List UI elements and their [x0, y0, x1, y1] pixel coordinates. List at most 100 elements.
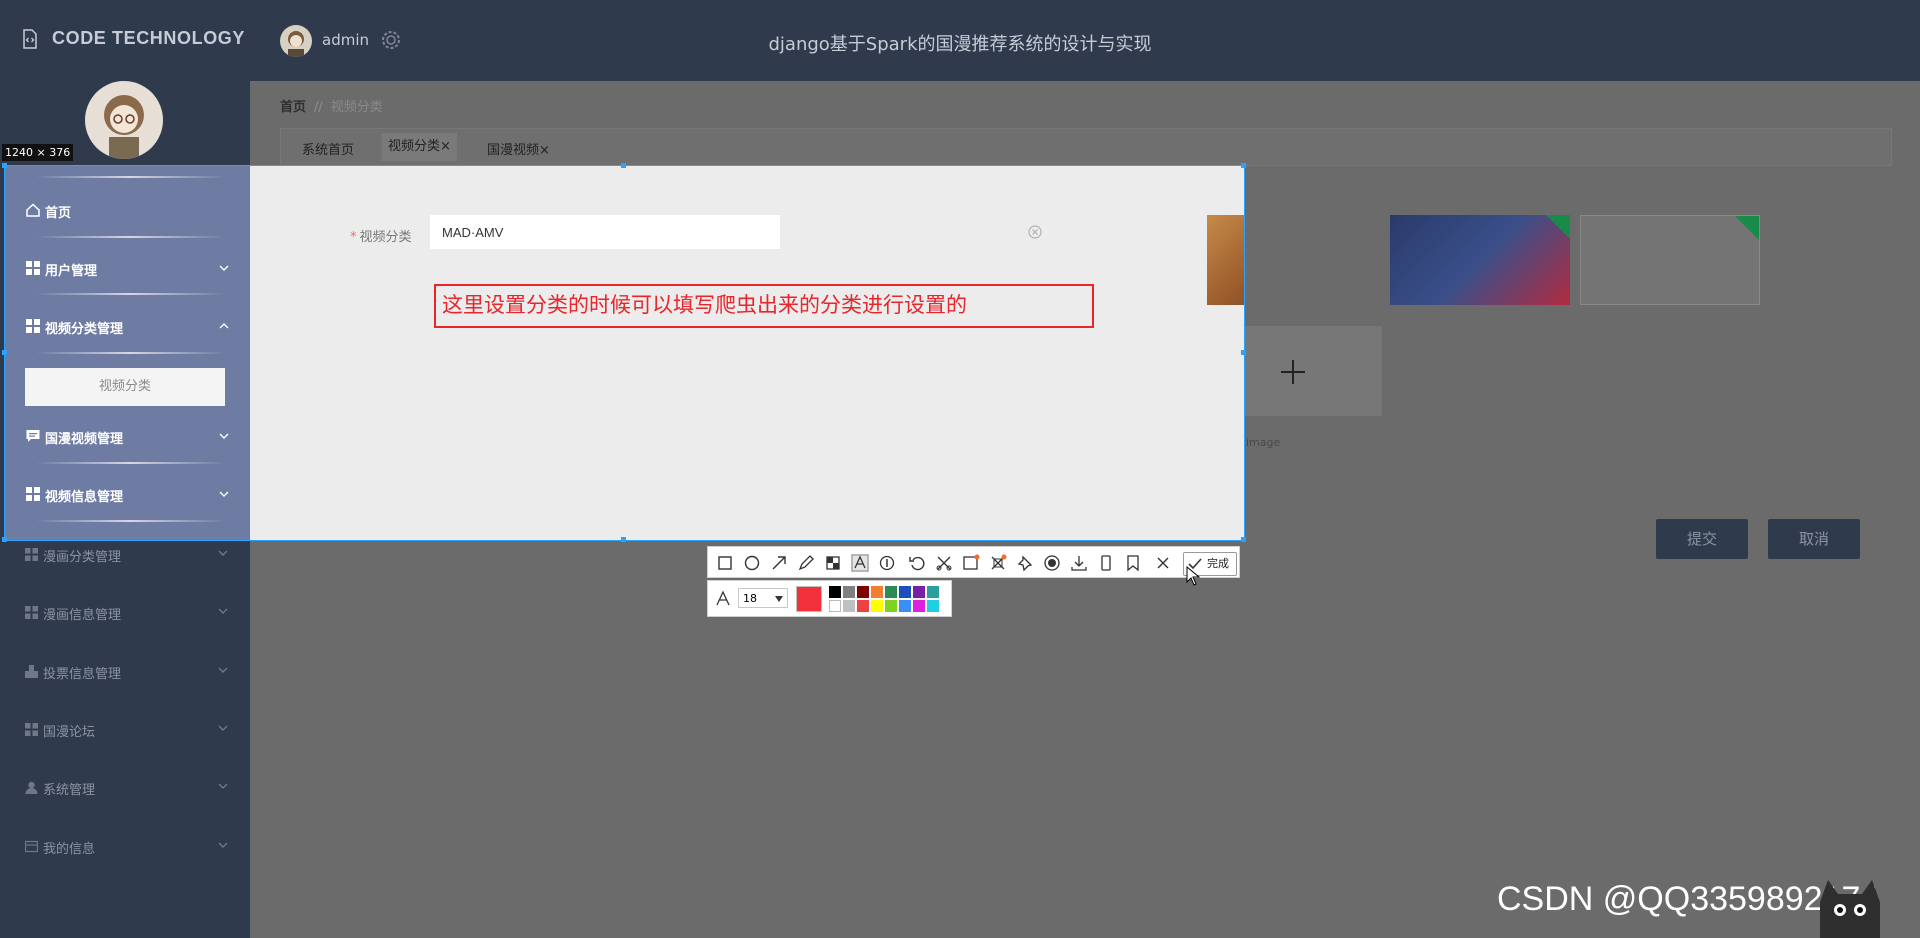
sidebar-item-label: 国漫视频管理: [45, 432, 124, 447]
chevron-down-icon: [218, 783, 228, 789]
ocr-tool-icon[interactable]: [962, 554, 980, 572]
breadcrumb-separator: //: [314, 100, 323, 115]
sidebar-subitem-video-category[interactable]: 视频分类: [25, 368, 225, 406]
crop-tool-icon[interactable]: [935, 554, 953, 572]
resize-handle[interactable]: [1241, 350, 1246, 355]
sidebar-item-label: 首页: [45, 206, 72, 221]
resize-handle[interactable]: [2, 163, 7, 168]
clear-icon[interactable]: [1028, 225, 1042, 239]
chevron-down-icon: [218, 550, 228, 556]
sidebar-item-label: 投票信息管理: [43, 667, 122, 682]
selection-size-badge: 1240 × 376: [2, 144, 74, 161]
sidebar-item-comic-info[interactable]: 漫画信息管理: [0, 592, 250, 632]
number-tool-icon[interactable]: [878, 554, 896, 572]
resize-handle[interactable]: [621, 537, 626, 542]
color-swatch[interactable]: [885, 586, 897, 598]
tab-bar: 系统首页 视频分类× 国漫视频×: [280, 128, 1892, 166]
color-swatch[interactable]: [829, 586, 841, 598]
resize-handle[interactable]: [2, 350, 7, 355]
color-swatch[interactable]: [913, 586, 925, 598]
resize-handle[interactable]: [1241, 537, 1246, 542]
chat-icon: [26, 430, 40, 442]
color-swatch[interactable]: [871, 600, 883, 612]
rectangle-tool-icon[interactable]: [716, 554, 734, 572]
font-size-select[interactable]: 18: [738, 588, 788, 608]
color-swatch[interactable]: [927, 600, 939, 612]
cancel-button[interactable]: 取消: [1768, 519, 1860, 559]
mouse-cursor-icon: [1186, 566, 1200, 586]
close-icon[interactable]: [1154, 554, 1172, 572]
tab-home[interactable]: 系统首页: [302, 139, 354, 158]
check-corner-icon: [1735, 216, 1759, 240]
submit-button[interactable]: 提交: [1656, 519, 1748, 559]
check-corner-icon: [1546, 215, 1570, 239]
translate-tool-icon[interactable]: [989, 554, 1007, 572]
chevron-down-icon: [219, 265, 229, 271]
chevron-down-icon: [218, 608, 228, 614]
top-header: CODE TECHNOLOGY admin django基于Spark的国漫推荐…: [0, 0, 1920, 81]
sidebar-item-label: 用户管理: [45, 264, 98, 279]
breadcrumb-current: 视频分类: [330, 100, 383, 115]
color-swatch[interactable]: [857, 586, 869, 598]
grid-icon: [26, 261, 40, 275]
text-tool-icon[interactable]: [851, 554, 869, 572]
uploaded-image-preview: [1207, 215, 1244, 305]
home-icon: [26, 203, 40, 217]
resize-handle[interactable]: [2, 537, 7, 542]
color-swatch[interactable]: [829, 600, 841, 612]
breadcrumb-home[interactable]: 首页: [280, 100, 306, 115]
color-swatch[interactable]: [857, 600, 869, 612]
sidebar-item-vote-info[interactable]: 投票信息管理: [0, 651, 250, 691]
chevron-down-icon: [219, 433, 229, 439]
system-title: django基于Spark的国漫推荐系统的设计与实现: [768, 34, 1152, 55]
mascot-image: [1820, 880, 1880, 938]
pin-icon[interactable]: [1016, 554, 1034, 572]
tab-video-category[interactable]: 视频分类×: [382, 133, 457, 161]
selection-sidebar: 首页 用户管理 视频分类管理 视频分类 国漫视频管理 视频信息管理: [5, 166, 250, 540]
annotation-text-box[interactable]: 这里设置分类的时候可以填写爬虫出来的分类进行设置的: [434, 284, 1094, 328]
record-icon[interactable]: [1043, 554, 1061, 572]
color-swatch[interactable]: [927, 586, 939, 598]
done-label: 完成: [1207, 557, 1229, 570]
color-swatch[interactable]: [885, 600, 897, 612]
sidebar-item-label: 系统管理: [43, 783, 96, 798]
resize-handle[interactable]: [1241, 163, 1246, 168]
chevron-down-icon: [218, 842, 228, 848]
uploaded-image[interactable]: [1390, 215, 1570, 305]
sidebar-item-my-info[interactable]: 我的信息: [0, 826, 250, 866]
color-swatch[interactable]: [871, 586, 883, 598]
phone-icon[interactable]: [1097, 554, 1115, 572]
card-icon: [25, 840, 38, 853]
close-icon[interactable]: ×: [539, 143, 550, 158]
undo-icon[interactable]: [908, 554, 926, 572]
mosaic-tool-icon[interactable]: [824, 554, 842, 572]
uploaded-image-broken[interactable]: [1580, 215, 1760, 305]
bookmark-icon[interactable]: [1124, 554, 1142, 572]
sidebar-item-label: 漫画信息管理: [43, 608, 122, 623]
grid-icon: [25, 548, 38, 561]
sidebar-item-label: 漫画分类管理: [43, 550, 122, 565]
sidebar-item-label: 国漫论坛: [43, 725, 96, 740]
category-input[interactable]: [430, 215, 780, 249]
sidebar-item-forum[interactable]: 国漫论坛: [0, 709, 250, 749]
color-swatch[interactable]: [899, 586, 911, 598]
pen-tool-icon[interactable]: [797, 554, 815, 572]
tab-label: 国漫视频: [487, 143, 540, 158]
color-swatch[interactable]: [843, 600, 855, 612]
download-icon[interactable]: [1070, 554, 1088, 572]
color-swatch[interactable]: [843, 586, 855, 598]
resize-handle[interactable]: [621, 163, 626, 168]
color-swatch[interactable]: [899, 600, 911, 612]
tab-anime-video[interactable]: 国漫视频×: [487, 139, 550, 158]
sidebar-item-system[interactable]: 系统管理: [0, 767, 250, 807]
divider: [35, 293, 225, 295]
divider: [35, 176, 225, 178]
arrow-tool-icon[interactable]: [770, 554, 788, 572]
divider: [35, 352, 225, 354]
current-color-swatch[interactable]: [796, 586, 822, 612]
grid-icon: [25, 723, 38, 736]
chevron-down-icon: [218, 667, 228, 673]
close-icon[interactable]: ×: [440, 139, 451, 154]
ellipse-tool-icon[interactable]: [743, 554, 761, 572]
color-swatch[interactable]: [913, 600, 925, 612]
